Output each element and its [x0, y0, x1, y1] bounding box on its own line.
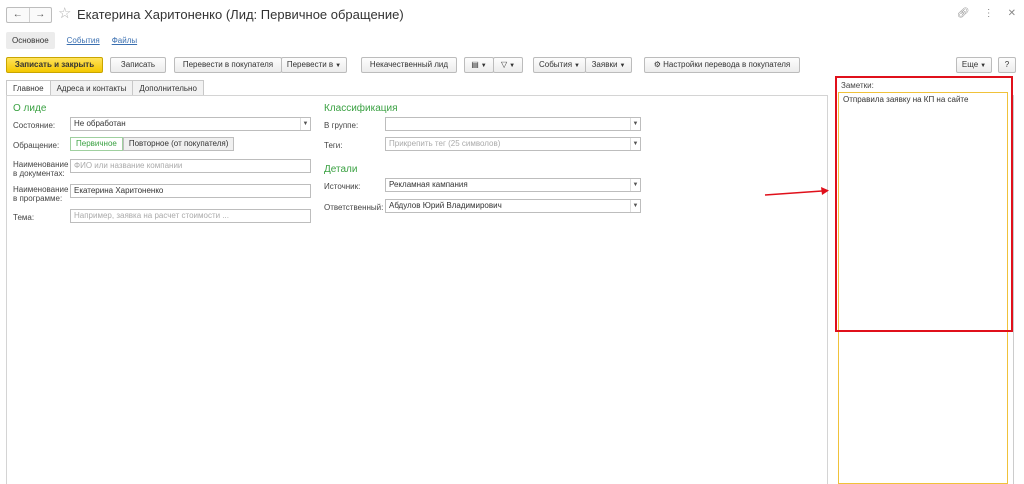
- events-menu-button[interactable]: События ▼: [533, 57, 586, 73]
- progname-label-line1: Наименование: [13, 185, 69, 194]
- filter-menu-button[interactable]: ▽ ▼: [493, 57, 523, 73]
- chevron-down-icon[interactable]: ▼: [630, 200, 640, 212]
- save-button[interactable]: Записать: [110, 57, 166, 73]
- convert-to-customer-button[interactable]: Перевести в покупателя: [174, 57, 282, 73]
- notes-label: Заметки:: [841, 81, 874, 90]
- more-menu-button[interactable]: Еще ▼: [956, 57, 992, 73]
- tags-placeholder: Прикрепить тег (25 символов): [389, 139, 501, 148]
- section-tab-files[interactable]: Файлы: [112, 36, 137, 45]
- chevron-down-icon[interactable]: ▼: [630, 179, 640, 191]
- source-value: Рекламная кампания: [389, 180, 468, 189]
- forward-arrow-icon[interactable]: →: [30, 8, 52, 22]
- print-icon: ▤: [471, 60, 479, 69]
- about-lead-heading: О лиде: [13, 103, 47, 114]
- tab-addresses-contacts[interactable]: Адреса и контакты: [49, 80, 134, 96]
- appeal-option-repeat[interactable]: Повторное (от покупателя): [122, 137, 235, 151]
- close-icon[interactable]: ✕: [1008, 8, 1016, 19]
- chevron-down-icon: ▼: [509, 63, 516, 69]
- group-label: В группе:: [324, 121, 359, 130]
- help-button[interactable]: ?: [998, 57, 1016, 73]
- form-panel: О лиде Состояние: Не обработан ▼ Обращен…: [6, 95, 828, 484]
- docname-label: Наименование в документах:: [13, 160, 68, 178]
- chevron-down-icon[interactable]: ▼: [630, 138, 640, 150]
- gear-icon: ⚙: [653, 60, 664, 69]
- window-title: Екатерина Харитоненко (Лид: Первичное об…: [77, 7, 404, 22]
- chevron-down-icon: ▼: [619, 63, 626, 69]
- chevron-down-icon: ▼: [335, 63, 342, 69]
- save-and-close-button[interactable]: Записать и закрыть: [6, 57, 103, 73]
- requests-label: Заявки: [591, 60, 618, 69]
- window-controls: 🔗︎ ⋮ ✕: [957, 8, 1016, 19]
- group-select[interactable]: ▼: [385, 117, 641, 131]
- section-tab-main[interactable]: Основное: [6, 31, 55, 49]
- print-menu-button[interactable]: ▤ ▼: [464, 57, 494, 73]
- star-icon[interactable]: ☆: [58, 4, 71, 22]
- chevron-down-icon: ▼: [480, 63, 487, 69]
- chevron-down-icon: ▼: [980, 63, 987, 69]
- events-label: События: [539, 60, 573, 69]
- responsible-select[interactable]: Абдулов Юрий Владимирович ▼: [385, 199, 641, 213]
- form-tabs: Главное Адреса и контакты Дополнительно: [6, 80, 204, 96]
- state-label: Состояние:: [13, 121, 56, 130]
- panel-divider: [1013, 95, 1014, 484]
- more-label: Еще: [961, 60, 979, 69]
- progname-input[interactable]: Екатерина Харитоненко: [70, 184, 311, 198]
- conversion-settings-label: Настройки перевода в покупателя: [663, 60, 791, 69]
- link-icon[interactable]: 🔗︎: [957, 8, 970, 19]
- topic-input[interactable]: Например, заявка на расчет стоимости ...: [70, 209, 311, 223]
- source-select[interactable]: Рекламная кампания ▼: [385, 178, 641, 192]
- docname-input[interactable]: ФИО или название компании: [70, 159, 311, 173]
- topic-label: Тема:: [13, 213, 35, 222]
- section-tabs: Основное События Файлы: [6, 31, 137, 49]
- chevron-down-icon: ▼: [574, 63, 580, 69]
- progname-label-line2: в программе:: [13, 194, 63, 203]
- responsible-value: Абдулов Юрий Владимирович: [389, 201, 502, 210]
- notes-textarea[interactable]: Отправила заявку на КП на сайте: [838, 92, 1008, 484]
- requests-menu-button[interactable]: Заявки ▼: [585, 57, 632, 73]
- bad-lead-button[interactable]: Некачественный лид: [361, 57, 457, 73]
- docname-label-line1: Наименование: [13, 160, 69, 169]
- classification-heading: Классификация: [324, 103, 398, 114]
- title-bar: ← → ☆ Екатерина Харитоненко (Лид: Первич…: [0, 0, 1024, 30]
- more-vertical-icon[interactable]: ⋮: [984, 8, 994, 19]
- tab-additional[interactable]: Дополнительно: [132, 80, 204, 96]
- command-bar: Записать и закрыть Записать Перевести в …: [6, 57, 1018, 73]
- section-tab-events[interactable]: События: [67, 36, 100, 45]
- chevron-down-icon[interactable]: ▼: [630, 118, 640, 130]
- tags-input[interactable]: Прикрепить тег (25 символов) ▼: [385, 137, 641, 151]
- source-label: Источник:: [324, 182, 361, 191]
- details-heading: Детали: [324, 164, 358, 175]
- state-select[interactable]: Не обработан ▼: [70, 117, 311, 131]
- docname-label-line2: в документах:: [13, 169, 65, 178]
- state-value: Не обработан: [74, 119, 126, 128]
- back-arrow-icon[interactable]: ←: [7, 8, 30, 22]
- appeal-label: Обращение:: [13, 141, 60, 150]
- responsible-label: Ответственный:: [324, 203, 384, 212]
- progname-label: Наименование в программе:: [13, 185, 68, 203]
- conversion-settings-button[interactable]: ⚙ Настройки перевода в покупателя: [644, 57, 800, 73]
- appeal-option-primary[interactable]: Первичное: [70, 137, 123, 151]
- tab-main[interactable]: Главное: [6, 80, 51, 96]
- chevron-down-icon[interactable]: ▼: [300, 118, 310, 130]
- convert-to-label: Перевести в: [286, 60, 334, 69]
- convert-to-menu-button[interactable]: Перевести в ▼: [281, 57, 347, 73]
- appeal-toggle: Первичное Повторное (от покупателя): [70, 137, 235, 151]
- annotation-arrow-icon: [764, 187, 829, 196]
- tags-label: Теги:: [324, 141, 343, 150]
- notes-panel: Заметки: Отправила заявку на КП на сайте: [835, 76, 1013, 484]
- filter-icon: ▽: [500, 60, 508, 69]
- nav-buttons: ← →: [6, 7, 52, 23]
